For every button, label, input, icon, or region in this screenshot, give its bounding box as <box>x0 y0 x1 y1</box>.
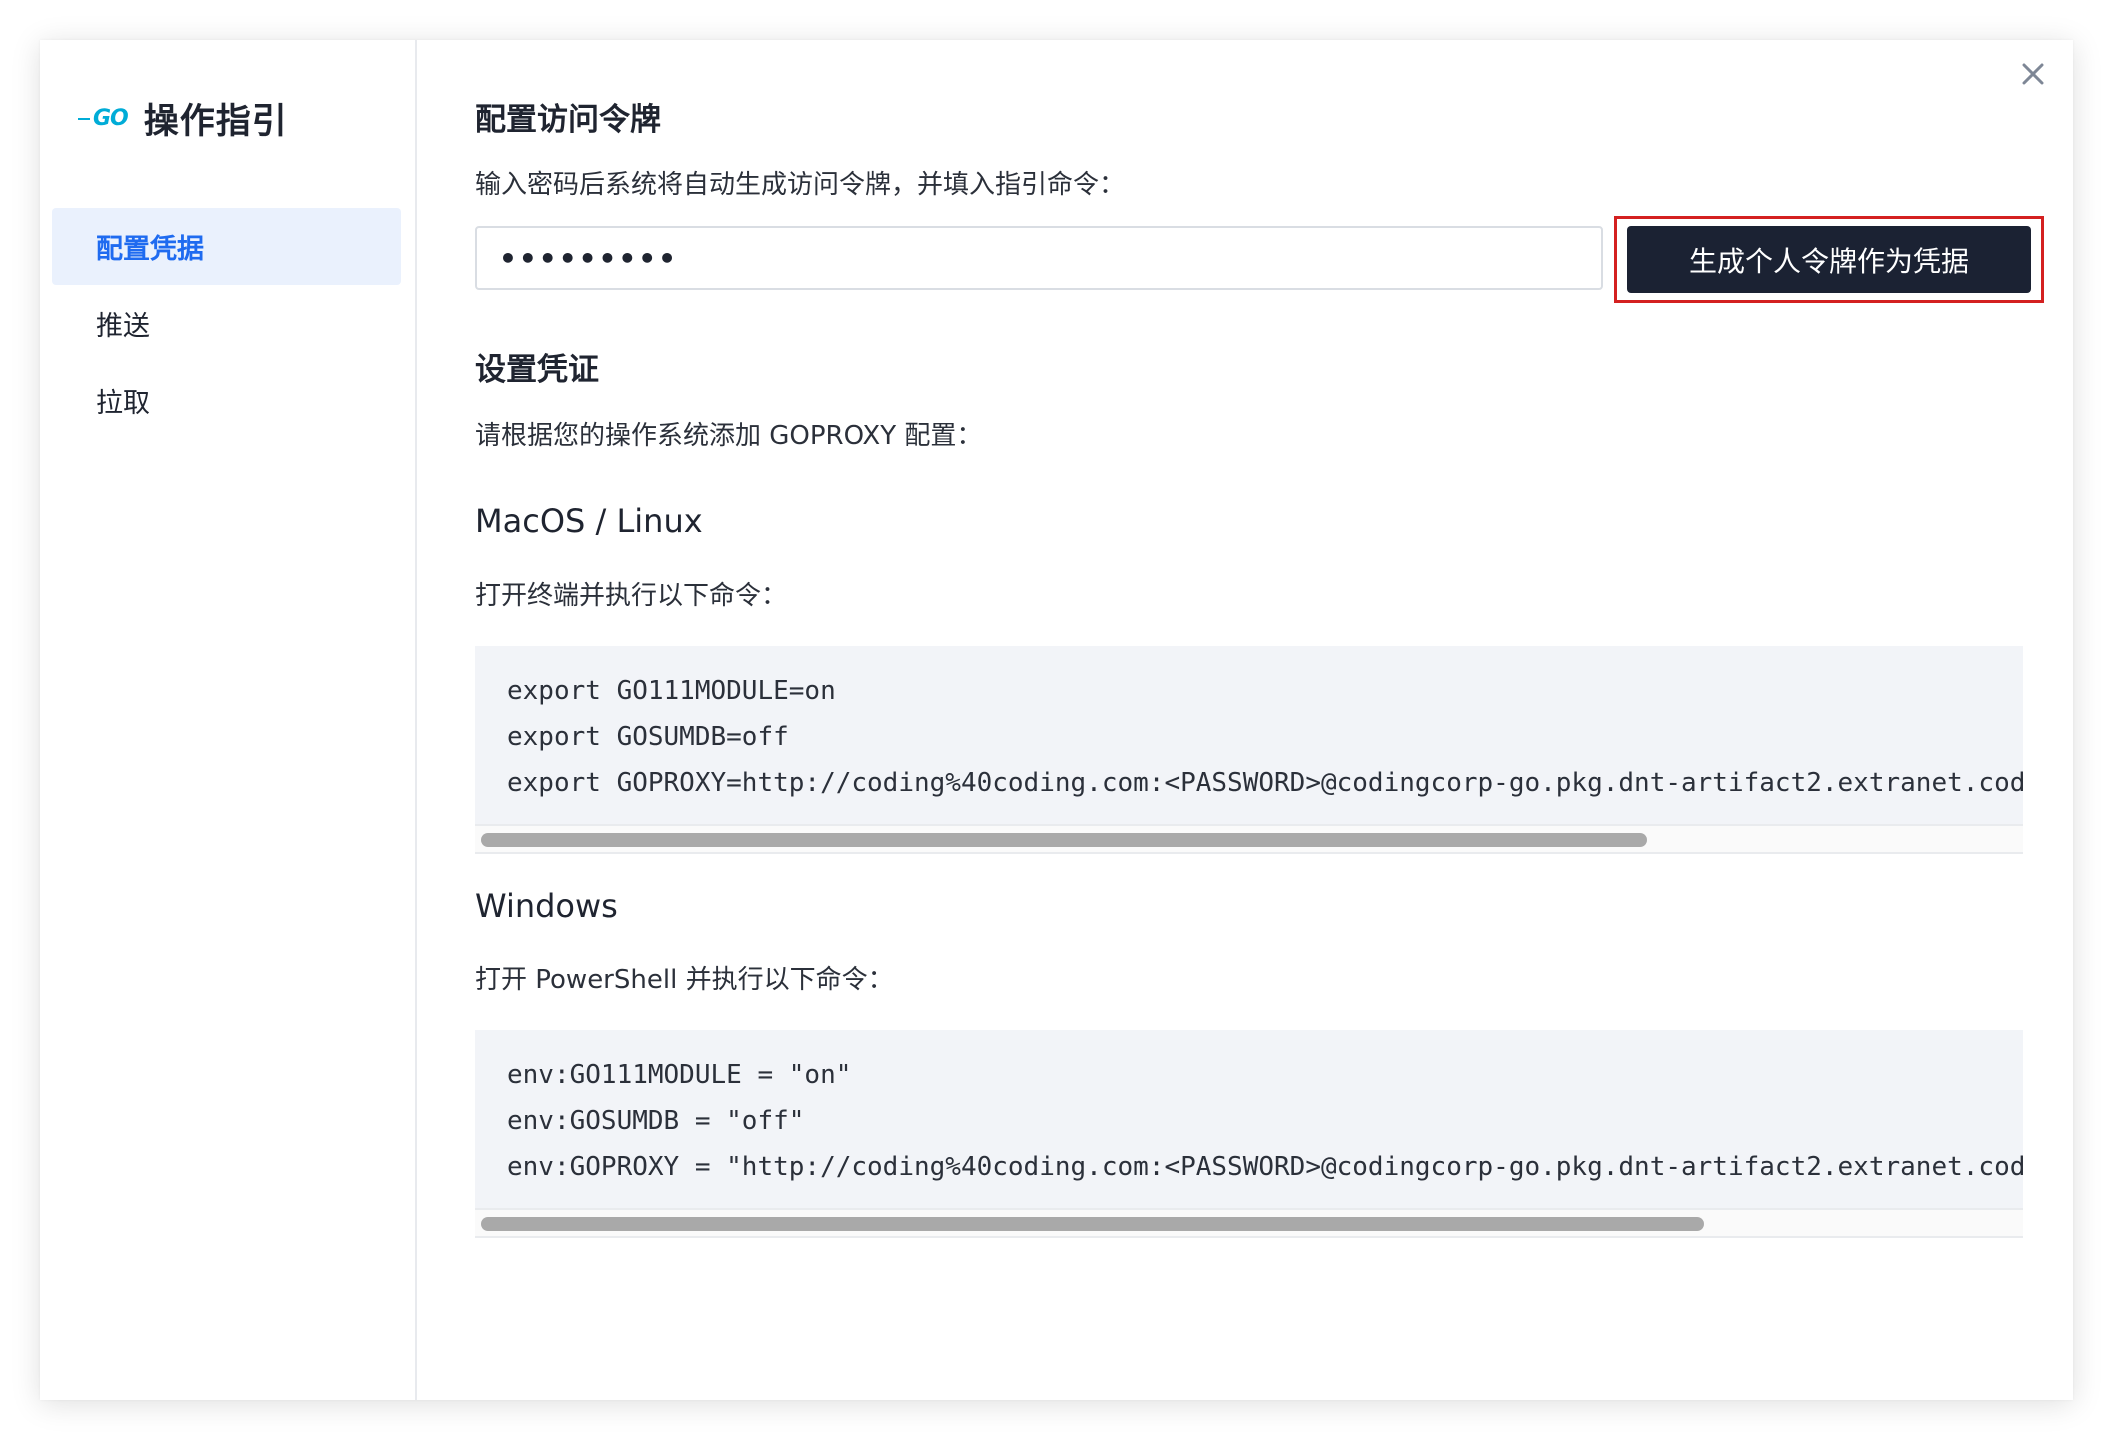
generate-button-highlight: 生成个人令牌作为凭据 <box>1614 216 2044 303</box>
code-line: env:GOSUMDB = "off" <box>507 1106 805 1136</box>
main-content: 配置访问令牌 输入密码后系统将自动生成访问令牌，并填入指引命令： •••••••… <box>417 40 2073 1400</box>
code-line: export GO111MODULE=on <box>507 676 836 706</box>
close-icon[interactable] <box>2013 54 2053 94</box>
credential-section-description: 请根据您的操作系统添加 GOPROXY 配置： <box>475 421 983 451</box>
sidebar-nav: 配置凭据 推送 拉取 <box>52 208 401 439</box>
sidebar: GO 操作指引 配置凭据 推送 拉取 <box>40 40 417 1400</box>
sidebar-item-pull[interactable]: 拉取 <box>52 362 401 439</box>
brand: GO 操作指引 <box>78 93 288 144</box>
macos-description: 打开终端并执行以下命令： <box>475 581 788 611</box>
windows-scrollbar[interactable] <box>475 1208 2023 1238</box>
code-line: env:GO111MODULE = "on" <box>507 1060 852 1090</box>
go-logo-icon: GO <box>78 106 129 131</box>
guide-dialog: GO 操作指引 配置凭据 推送 拉取 配置访问令牌 输入密码后系统将自动生成访问… <box>40 40 2073 1400</box>
macos-title: MacOS / Linux <box>475 502 703 540</box>
windows-code-block[interactable]: env:GO111MODULE = "on" env:GOSUMDB = "off… <box>475 1030 2023 1238</box>
windows-code: env:GO111MODULE = "on" env:GOSUMDB = "off… <box>475 1030 2023 1190</box>
windows-title: Windows <box>475 887 618 925</box>
windows-description: 打开 PowerShell 并执行以下命令： <box>475 965 894 995</box>
token-section-title: 配置访问令牌 <box>475 102 661 138</box>
macos-code: export GO111MODULE=on export GOSUMDB=off e… <box>475 646 2023 806</box>
credential-section-title: 设置凭证 <box>475 352 599 388</box>
macos-scrollbar-thumb[interactable] <box>481 833 1647 847</box>
code-line: export GOPROXY=http://coding%40coding.co… <box>507 768 2023 798</box>
token-section-description: 输入密码后系统将自动生成访问令牌，并填入指引命令： <box>475 170 1126 200</box>
macos-scrollbar[interactable] <box>475 824 2023 854</box>
sidebar-item-push[interactable]: 推送 <box>52 285 401 362</box>
macos-code-block[interactable]: export GO111MODULE=on export GOSUMDB=off e… <box>475 646 2023 854</box>
generate-token-button[interactable]: 生成个人令牌作为凭据 <box>1627 226 2031 293</box>
sidebar-title: 操作指引 <box>143 102 288 142</box>
code-line: env:GOPROXY = "http://coding%40coding.co… <box>507 1152 2023 1182</box>
windows-scrollbar-thumb[interactable] <box>481 1217 1704 1231</box>
code-line: export GOSUMDB=off <box>507 722 789 752</box>
sidebar-item-config-credentials[interactable]: 配置凭据 <box>52 208 401 285</box>
password-input[interactable]: ••••••••• <box>475 226 1603 290</box>
